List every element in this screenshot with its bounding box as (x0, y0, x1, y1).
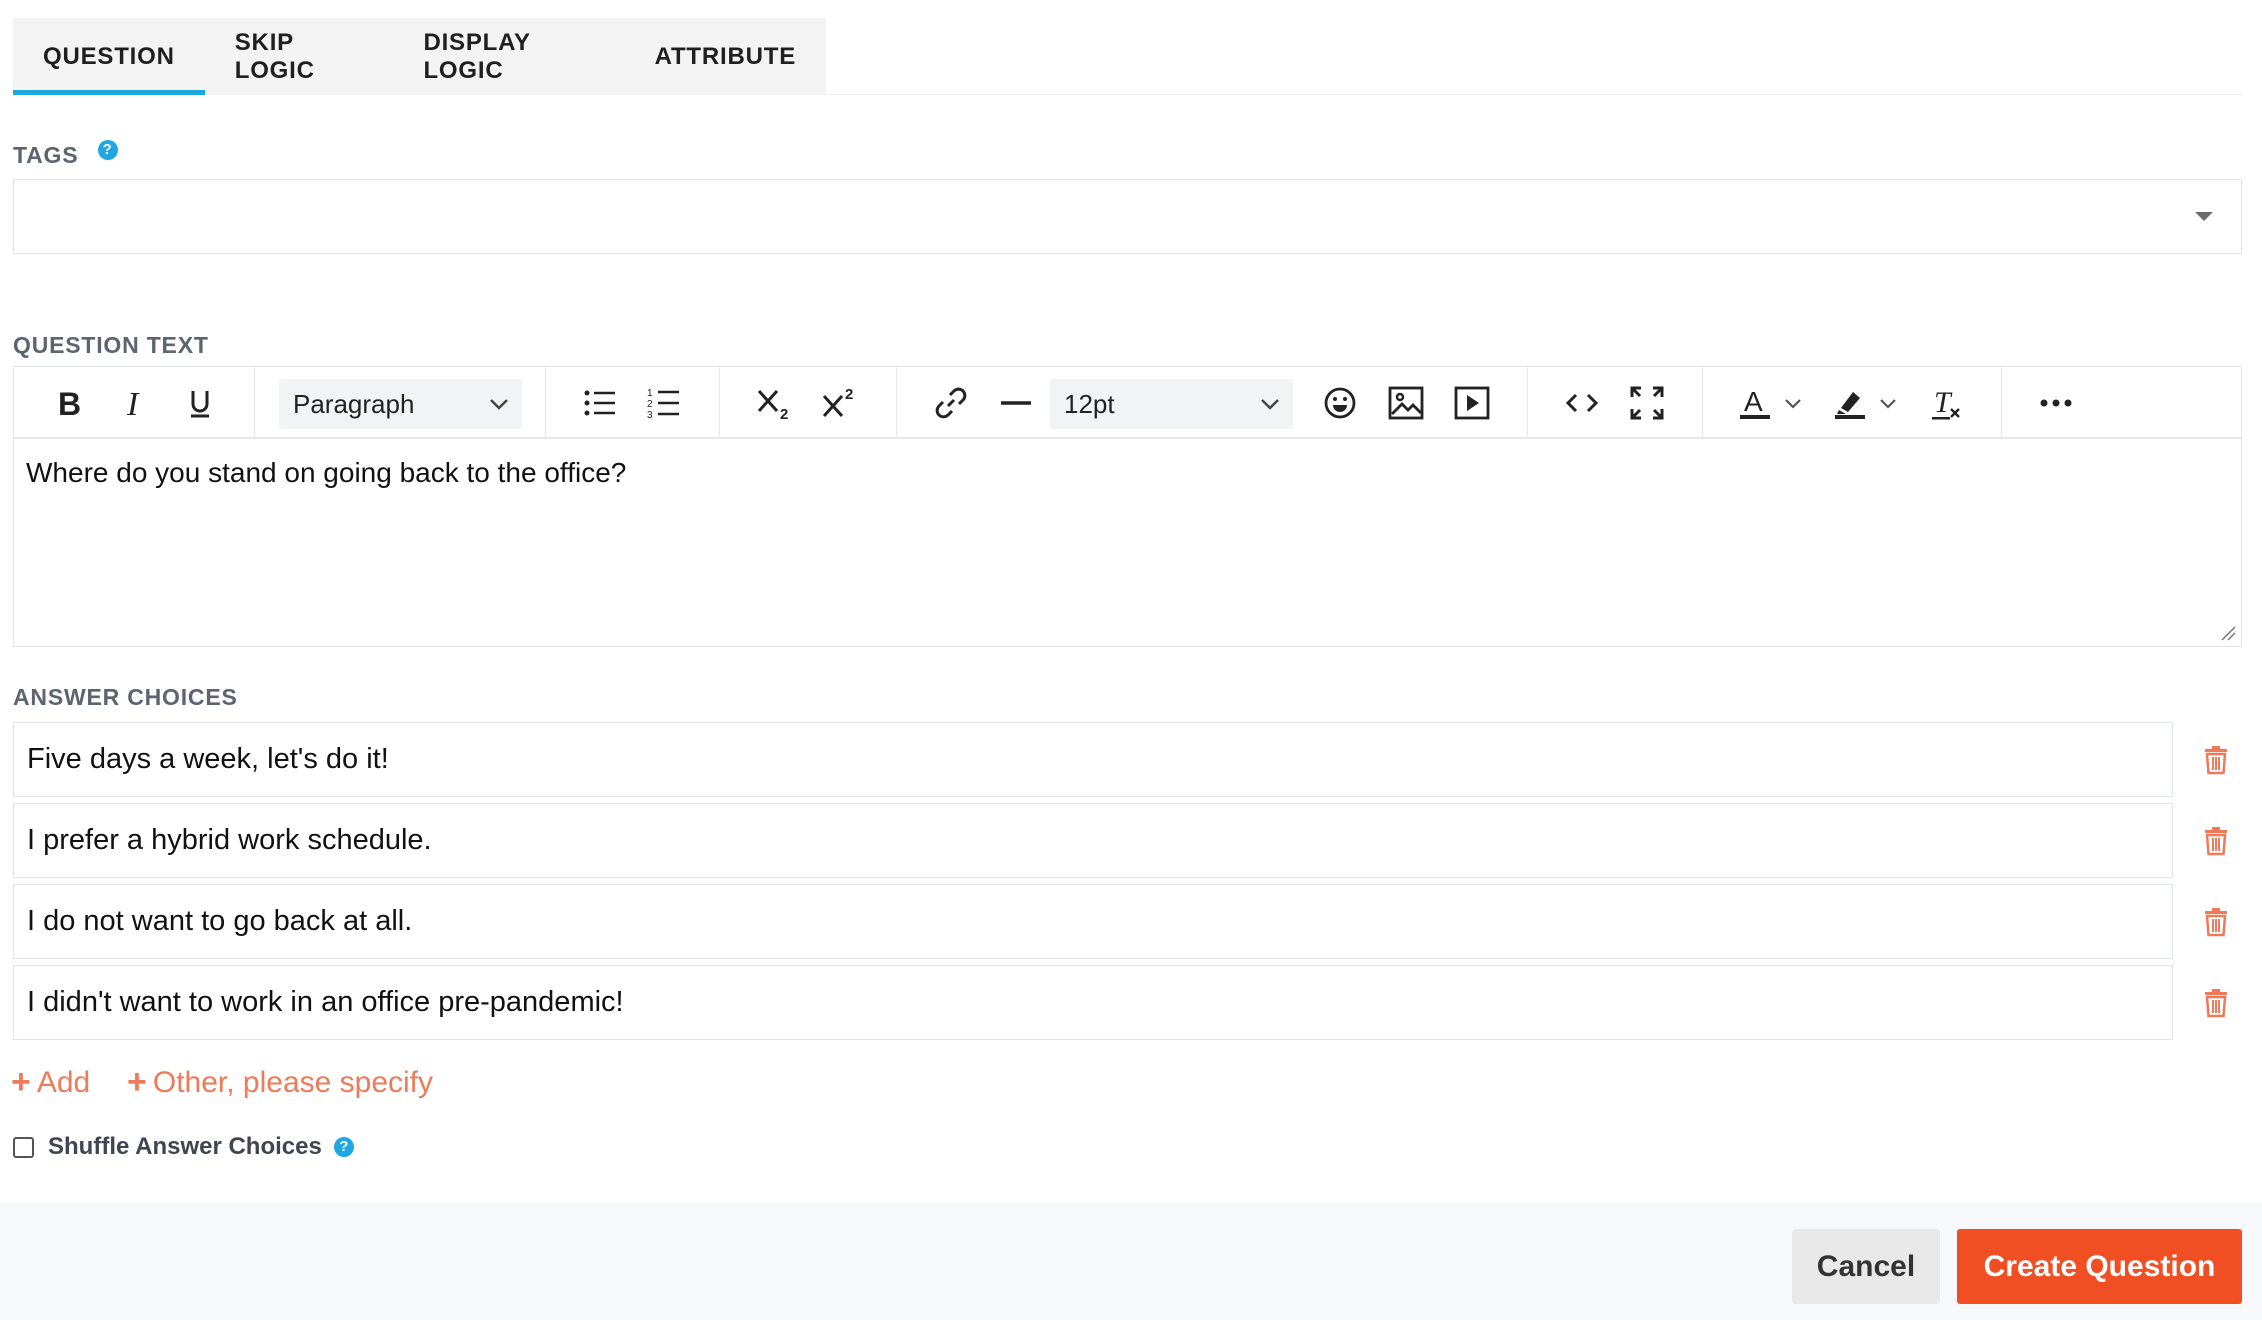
block-format-value: Paragraph (293, 388, 415, 419)
toolbar-separator (719, 367, 720, 439)
answer-choices-label: ANSWER CHOICES (13, 684, 238, 710)
shuffle-option: Shuffle Answer Choices ? (13, 1133, 354, 1161)
bullet-list-button[interactable] (576, 379, 624, 427)
create-question-button[interactable]: Create Question (1957, 1229, 2242, 1304)
highlighter-icon (1835, 392, 1865, 419)
text-color-dropdown[interactable] (1778, 379, 1808, 427)
bold-button[interactable]: B (44, 379, 92, 427)
svg-text:2: 2 (780, 406, 788, 420)
source-code-button[interactable] (1558, 379, 1606, 427)
svg-text:I: I (126, 386, 140, 420)
fullscreen-button[interactable] (1623, 379, 1671, 427)
toolbar-separator (896, 367, 897, 439)
insert-media-button[interactable] (1448, 379, 1496, 427)
insert-link-button[interactable] (927, 379, 975, 427)
editor-toolbar: B I Paragraph 1 2 3 2 2 12pt A T (14, 367, 2241, 439)
tab-attribute[interactable]: ATTRIBUTE (625, 18, 826, 95)
chevron-down-icon (1880, 399, 1896, 409)
subscript-icon: 2 (757, 389, 788, 420)
answer-choice-input[interactable]: I do not want to go back at all. (13, 884, 2173, 959)
cancel-button[interactable]: Cancel (1792, 1229, 1940, 1304)
trash-icon[interactable] (2203, 907, 2229, 937)
tab-bar: QUESTION SKIP LOGIC DISPLAY LOGIC ATTRIB… (13, 18, 826, 95)
fullscreen-icon (1630, 386, 1664, 420)
add-other-link[interactable]: + Other, please specify (127, 1063, 433, 1102)
chevron-down-icon (490, 399, 508, 410)
svg-text:2: 2 (647, 399, 653, 410)
question-text-label: QUESTION TEXT (13, 332, 209, 358)
highlight-color-dropdown[interactable] (1873, 379, 1903, 427)
svg-text:2: 2 (845, 386, 853, 403)
svg-text:T: T (1934, 386, 1953, 419)
plus-icon: + (127, 1063, 147, 1101)
numbered-list-icon: 1 2 3 (647, 388, 679, 419)
tab-question[interactable]: QUESTION (13, 18, 205, 95)
chevron-down-icon (1261, 399, 1279, 410)
tags-select[interactable] (13, 179, 2242, 254)
answer-choice-input[interactable]: Five days a week, let's do it! (13, 722, 2173, 797)
superscript-icon: 2 (822, 386, 853, 418)
bold-icon: B (58, 386, 81, 420)
code-icon (1565, 393, 1599, 413)
video-icon (1454, 386, 1490, 420)
horizontal-rule-icon (1001, 401, 1031, 405)
text-color-button[interactable]: A (1730, 379, 1780, 427)
trash-icon[interactable] (2203, 745, 2229, 775)
italic-icon: I (126, 386, 140, 420)
question-text-content[interactable]: Where do you stand on going back to the … (26, 457, 626, 489)
tags-label-text: TAGS (13, 142, 79, 168)
toolbar-separator (254, 367, 255, 439)
tags-label: TAGS ? (13, 140, 118, 169)
insert-image-button[interactable] (1382, 379, 1430, 427)
more-options-button[interactable] (2032, 379, 2080, 427)
tab-display-logic[interactable]: DISPLAY LOGIC (393, 18, 624, 95)
rich-text-editor: B I Paragraph 1 2 3 2 2 12pt A T Where d… (13, 366, 2242, 647)
trash-icon[interactable] (2203, 826, 2229, 856)
resize-handle-icon[interactable] (2219, 624, 2237, 642)
trash-icon[interactable] (2203, 988, 2229, 1018)
bullet-list-icon (584, 390, 615, 416)
toolbar-separator (1527, 367, 1528, 439)
answer-choice-input[interactable]: I didn't want to work in an office pre-p… (13, 965, 2173, 1040)
shuffle-checkbox[interactable] (13, 1136, 34, 1158)
svg-text:B: B (58, 386, 81, 420)
help-icon[interactable]: ? (333, 1137, 354, 1157)
clear-formatting-button[interactable]: T (1924, 379, 1972, 427)
svg-text:A: A (1744, 386, 1763, 417)
highlight-color-button[interactable] (1825, 379, 1875, 427)
superscript-button[interactable]: 2 (816, 379, 864, 427)
add-other-label: Other, please specify (152, 1065, 434, 1099)
toolbar-separator (545, 367, 546, 439)
subscript-button[interactable]: 2 (751, 379, 799, 427)
image-icon (1388, 386, 1424, 420)
text-color-icon: A (1740, 386, 1770, 419)
toolbar-separator (1702, 367, 1703, 439)
shuffle-label: Shuffle Answer Choices (48, 1133, 322, 1160)
font-size-value: 12pt (1064, 388, 1115, 419)
emoji-icon (1324, 387, 1356, 419)
emoji-button[interactable] (1316, 379, 1364, 427)
more-horizontal-icon (2040, 399, 2072, 407)
clear-formatting-icon: T (1932, 386, 1960, 420)
plus-icon: + (11, 1063, 31, 1101)
underline-button[interactable] (176, 379, 224, 427)
block-format-select[interactable]: Paragraph (279, 379, 522, 429)
add-choice-label: Add (36, 1065, 91, 1099)
svg-text:1: 1 (647, 388, 653, 399)
italic-button[interactable]: I (110, 379, 158, 427)
tabs-divider (826, 94, 2242, 95)
add-choice-link[interactable]: + Add (11, 1063, 90, 1102)
font-size-select[interactable]: 12pt (1050, 379, 1293, 429)
link-icon (935, 387, 967, 419)
caret-down-icon (2195, 212, 2213, 221)
answer-choice-input[interactable]: I prefer a hybrid work schedule. (13, 803, 2173, 878)
chevron-down-icon (1785, 399, 1801, 409)
tab-skip-logic[interactable]: SKIP LOGIC (205, 18, 394, 95)
help-icon[interactable]: ? (97, 140, 118, 160)
horizontal-rule-button[interactable] (992, 379, 1040, 427)
underline-icon (191, 391, 209, 418)
toolbar-separator (2001, 367, 2002, 439)
numbered-list-button[interactable]: 1 2 3 (640, 379, 688, 427)
svg-text:3: 3 (647, 410, 653, 419)
